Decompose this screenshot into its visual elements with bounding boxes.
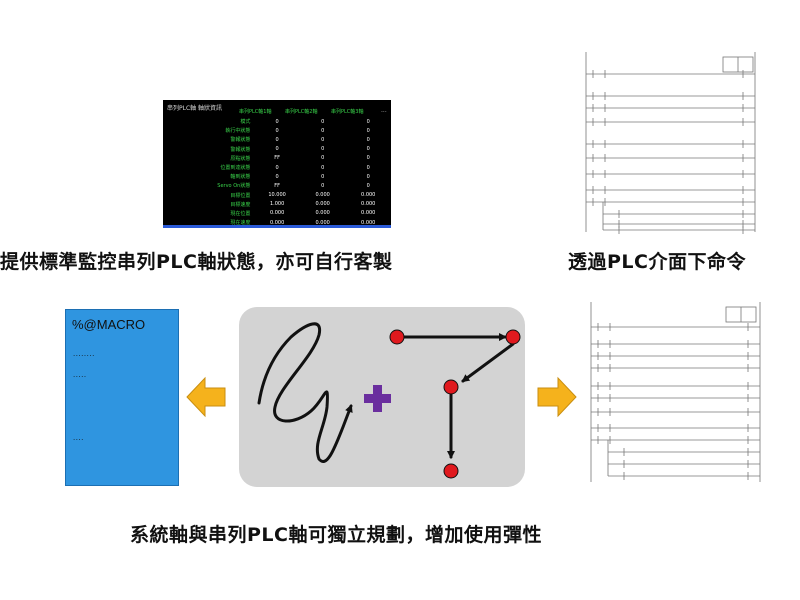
monitor-title: 串列PLC軸 軸狀資訊 — [167, 105, 223, 112]
monitor-row-value: 0.000 — [269, 210, 285, 217]
caption-monitor: 提供標準監控串列PLC軸狀態，亦可自行客製 — [0, 251, 393, 273]
monitor-row: 現在位置 0.000 0.000 0.000 — [173, 209, 391, 218]
monitor-row-value: 0 — [275, 164, 279, 171]
monitor-column-3: 串列PLC軸3軸 — [331, 109, 364, 115]
p2p-node-2 — [505, 329, 521, 345]
monitor-row-label: 警報狀態 — [230, 146, 251, 153]
p2p-node-3 — [443, 379, 459, 395]
monitor-row: 警報狀態 0 0 0 — [173, 135, 391, 144]
macro-header: %@MACRO — [72, 317, 146, 332]
monitor-row-value: 0 — [275, 118, 279, 125]
monitor-more-columns: ... — [381, 107, 387, 114]
monitor-row-value: 0 — [321, 118, 325, 125]
axis-status-monitor: 串列PLC軸 軸狀資訊 串列PLC軸1軸 串列PLC軸2軸 串列PLC軸3軸 .… — [163, 100, 391, 228]
caption-plc-command: 透過PLC介面下命令 — [568, 251, 746, 273]
left-arrow-icon — [186, 376, 226, 418]
plus-icon — [364, 385, 391, 412]
monitor-row-label: 執行中狀態 — [225, 128, 251, 135]
monitor-row-value: 0 — [275, 146, 279, 153]
macro-line-2: ..... — [73, 371, 87, 379]
monitor-row: 軸到狀態 0 0 0 — [173, 172, 391, 181]
monitor-row-value: 0.000 — [361, 210, 376, 217]
monitor-column-1: 串列PLC軸1軸 — [239, 109, 272, 115]
monitor-row-label: 警報狀態 — [230, 137, 251, 144]
monitor-row-value: 0 — [321, 164, 325, 171]
monitor-row-value: 1.000 — [269, 201, 285, 208]
monitor-row-label: 目標位置 — [230, 192, 251, 199]
macro-line-1: ........ — [73, 350, 95, 358]
macro-line-3: .... — [73, 434, 84, 442]
monitor-row-value: 0 — [321, 155, 325, 162]
ladder-diagram-top — [585, 52, 756, 234]
monitor-row: 目標位置 10.000 0.000 0.000 — [173, 191, 391, 200]
monitor-row-label: 模式 — [240, 119, 251, 126]
monitor-row-value: FF — [274, 182, 280, 189]
monitor-row: 原點狀態 FF 0 0 — [173, 154, 391, 163]
monitor-row-value: 0 — [321, 182, 325, 189]
monitor-row-value: 0.000 — [361, 201, 376, 208]
macro-document: %@MACRO ........ ..... .... — [65, 309, 179, 486]
monitor-row: 目標速度 1.000 0.000 0.000 — [173, 200, 391, 209]
monitor-row-value: 0 — [321, 173, 325, 180]
monitor-row-value: FF — [274, 155, 280, 162]
monitor-row: 執行中狀態 0 0 0 — [173, 126, 391, 135]
free-curve-path — [257, 322, 353, 463]
monitor-row-value: 0.000 — [361, 192, 376, 199]
monitor-row-label: 目標速度 — [230, 201, 251, 208]
monitor-row-value: 0 — [366, 136, 370, 143]
monitor-row-label: 現在位置 — [230, 210, 251, 217]
ladder-diagram-bottom — [590, 302, 761, 482]
monitor-row-value: 0.000 — [315, 201, 330, 208]
monitor-row-value: 0 — [321, 146, 325, 153]
monitor-row-label: 原點狀態 — [230, 155, 251, 162]
monitor-table: 模式 0 0 0 執行中狀態 0 0 0 警報狀態 0 0 0 警報狀態 0 0 0 原點狀態 FF 0 0 位置到達狀… — [173, 117, 391, 227]
monitor-row-value: 0 — [275, 173, 279, 180]
monitor-row: 警報狀態 0 0 0 — [173, 145, 391, 154]
monitor-row-value: 0 — [366, 146, 370, 153]
monitor-row: Servo On狀態 FF 0 0 — [173, 181, 391, 190]
monitor-row-value: 0 — [321, 136, 325, 143]
monitor-row-value: 0 — [366, 155, 370, 162]
motion-paths-illustration — [257, 322, 521, 479]
monitor-row-label: 位置到達狀態 — [220, 165, 251, 172]
monitor-row: 位置到達狀態 0 0 0 — [173, 163, 391, 172]
monitor-row-value: 0.000 — [315, 192, 330, 199]
monitor-row-value: 0 — [366, 182, 370, 189]
p2p-node-4 — [443, 463, 459, 479]
caption-independent-planning: 系統軸與串列PLC軸可獨立規劃，增加使用彈性 — [130, 524, 542, 546]
monitor-row-value: 0 — [366, 118, 370, 125]
monitor-row-value: 0 — [366, 164, 370, 171]
monitor-row-label: Servo On狀態 — [217, 183, 251, 190]
p2p-node-1 — [389, 329, 405, 345]
right-arrow-icon — [537, 376, 577, 418]
monitor-row-value: 0 — [275, 136, 279, 143]
monitor-row-label: 軸到狀態 — [230, 174, 251, 181]
monitor-row-value: 0.000 — [315, 210, 330, 217]
monitor-row: 模式 0 0 0 — [173, 117, 391, 126]
monitor-row-value: 0 — [321, 127, 325, 134]
monitor-row-value: 0 — [366, 173, 370, 180]
monitor-scrollbar — [163, 225, 391, 228]
monitor-column-2: 串列PLC軸2軸 — [285, 109, 318, 115]
monitor-row-value: 0 — [366, 127, 370, 134]
monitor-row-value: 0 — [275, 127, 279, 134]
p2p-segment-2 — [461, 342, 515, 383]
monitor-row-value: 10.000 — [268, 192, 286, 199]
